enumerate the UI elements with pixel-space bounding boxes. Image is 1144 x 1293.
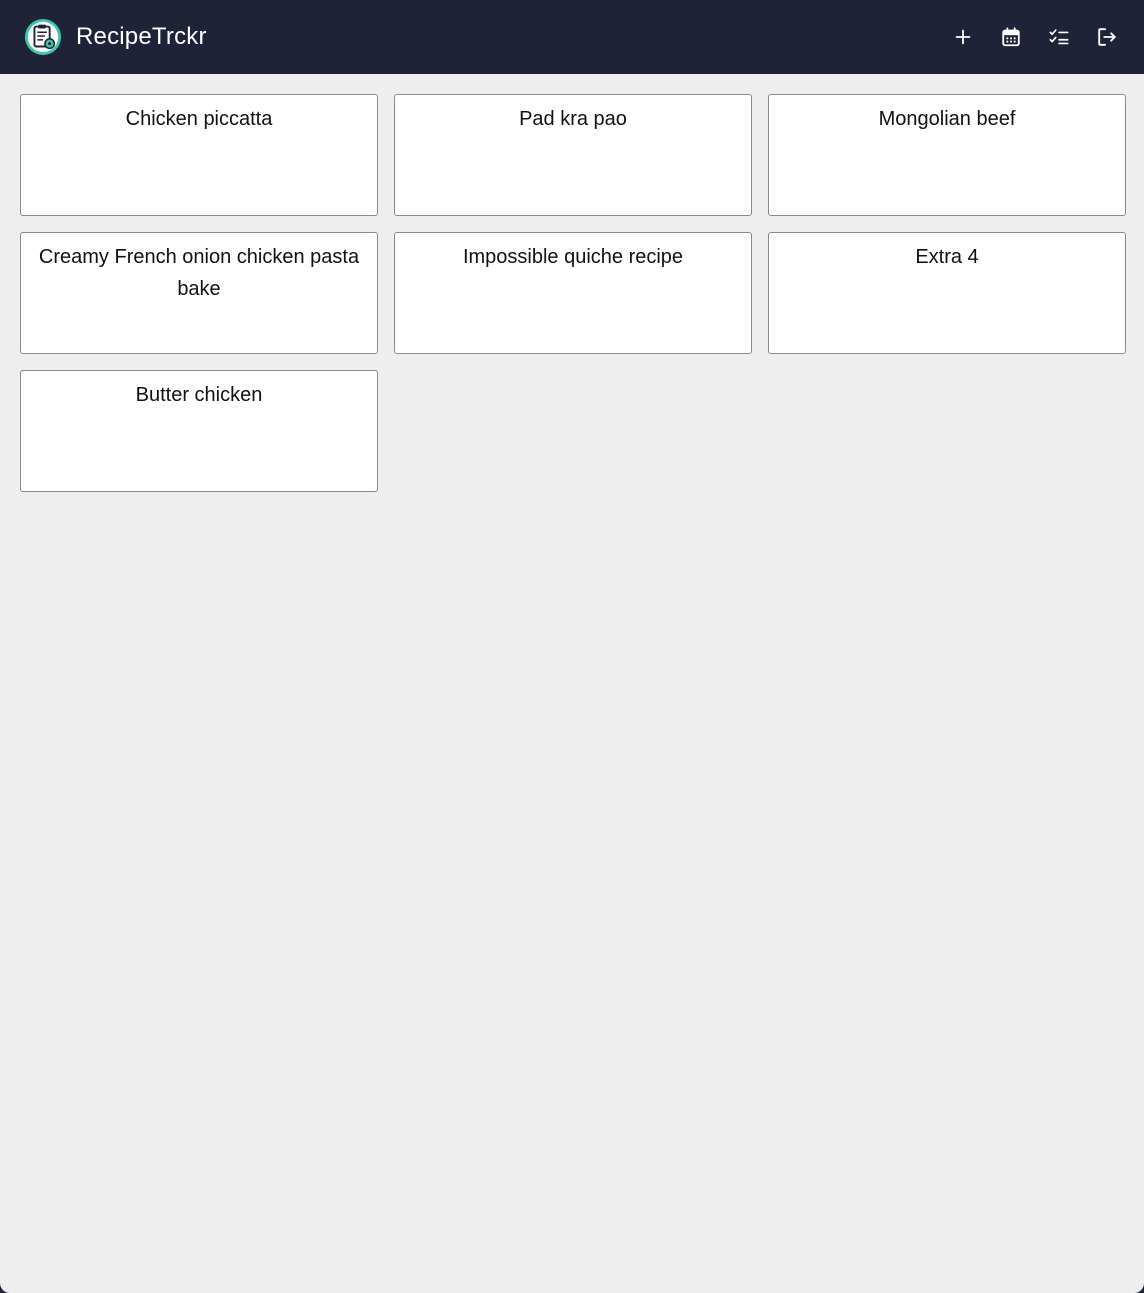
brand[interactable]: RecipeTrckr: [24, 18, 207, 56]
recipe-title: Pad kra pao: [519, 108, 627, 130]
recipe-title: Mongolian beef: [878, 108, 1016, 130]
recipe-title: Impossible quiche recipe: [462, 246, 684, 268]
recipe-card[interactable]: Impossible quiche recipe: [394, 232, 752, 354]
add-recipe-button[interactable]: [948, 22, 978, 52]
calendar-button[interactable]: [996, 22, 1026, 52]
plus-icon: [955, 29, 971, 45]
recipe-card[interactable]: Pad kra pao: [394, 94, 752, 216]
calendar-icon: [1002, 27, 1020, 47]
recipe-card[interactable]: Butter chicken: [20, 370, 378, 492]
checklist-button[interactable]: [1044, 22, 1074, 52]
recipe-card[interactable]: Chicken piccatta: [20, 94, 378, 216]
recipe-logo-icon: [24, 18, 62, 56]
nav-actions: [948, 22, 1122, 52]
logout-button[interactable]: [1092, 22, 1122, 52]
recipe-card[interactable]: Extra 4: [768, 232, 1126, 354]
logout-icon: [1098, 28, 1116, 46]
checklist-icon: [1049, 29, 1069, 45]
app-window: RecipeTrckr Chicken piccatta Pad kra pao…: [0, 0, 1144, 1293]
recipe-title: Chicken piccatta: [125, 108, 273, 130]
recipe-title: Extra 4: [915, 246, 979, 268]
recipe-card[interactable]: Creamy French onion chicken pasta bake: [20, 232, 378, 354]
recipe-title: Creamy French onion chicken pasta bake: [38, 246, 360, 300]
recipe-card[interactable]: Mongolian beef: [768, 94, 1126, 216]
recipe-title: Butter chicken: [135, 384, 263, 406]
recipe-grid: Chicken piccatta Pad kra pao Mongolian b…: [0, 74, 1144, 492]
app-title: RecipeTrckr: [76, 23, 207, 50]
navbar: RecipeTrckr: [0, 0, 1144, 74]
